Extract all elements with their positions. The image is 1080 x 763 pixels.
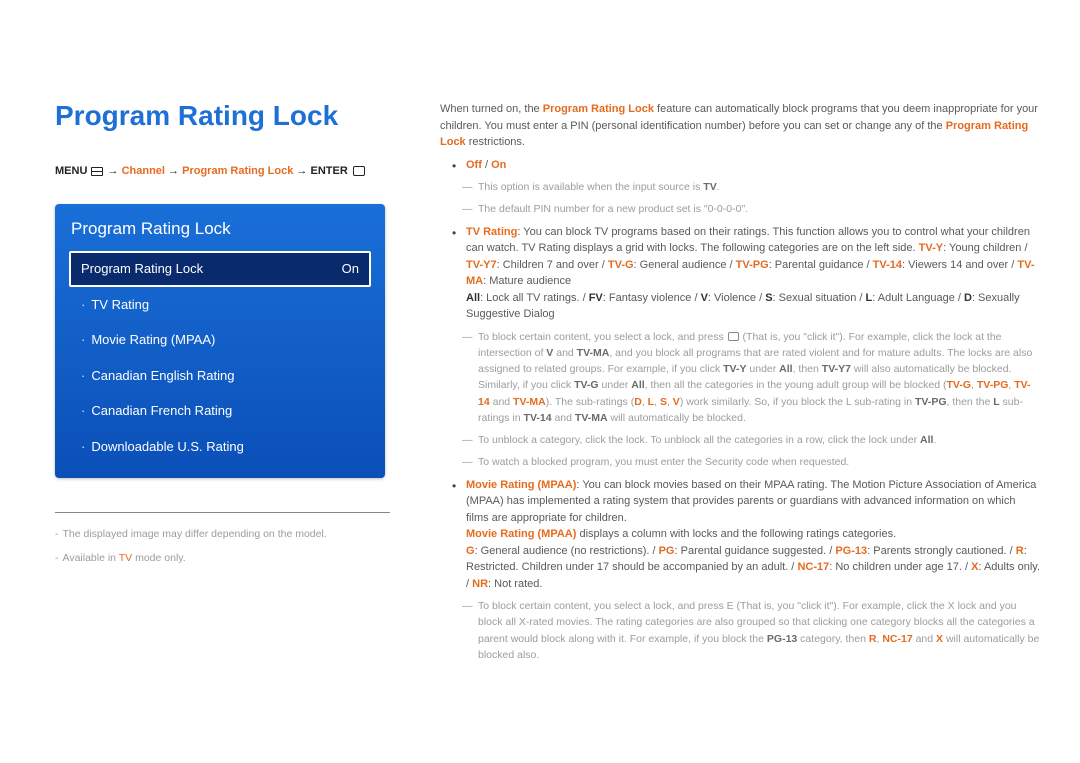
enter-icon [728, 332, 739, 341]
menu-item[interactable]: ·Downloadable U.S. Rating [69, 429, 371, 465]
menu-item-value: On [342, 259, 359, 279]
sub-note: To watch a blocked program, you must ent… [440, 454, 1040, 470]
menu-item-label: Movie Rating (MPAA) [91, 332, 215, 347]
bullet-list: Movie Rating (MPAA): You can block movie… [440, 477, 1040, 593]
footnote-tv: TV [119, 552, 132, 564]
right-column: When turned on, the Program Rating Lock … [440, 95, 1040, 669]
divider [55, 512, 390, 513]
footnote: -Available in TV mode only. [55, 551, 400, 567]
breadcrumb: MENU → Channel → Program Rating Lock → E… [55, 163, 400, 180]
footnote-text: mode only. [132, 552, 186, 564]
menu-icon [91, 167, 103, 176]
menu-item[interactable]: ·Canadian French Rating [69, 393, 371, 429]
bullet-list: Off / On [440, 157, 1040, 174]
arrow-icon: → [168, 165, 182, 177]
page-title: Program Rating Lock [55, 95, 400, 137]
enter-label: ENTER [310, 165, 347, 177]
menu-label: MENU [55, 165, 87, 177]
page: Program Rating Lock MENU → Channel → Pro… [0, 0, 1080, 699]
menu-item-label: Program Rating Lock [81, 259, 203, 279]
arrow-icon: → [296, 165, 310, 177]
menu-item-label: Canadian English Rating [91, 368, 234, 383]
menu-item-label: TV Rating [91, 297, 149, 312]
bullet-offon: Off / On [440, 157, 1040, 174]
bullet-movie-rating: Movie Rating (MPAA): You can block movie… [440, 477, 1040, 593]
breadcrumb-channel: Channel [122, 165, 165, 177]
intro-paragraph: When turned on, the Program Rating Lock … [440, 101, 1040, 151]
tv-menu-panel: Program Rating Lock Program Rating Lock … [55, 204, 385, 479]
footnote: -The displayed image may differ dependin… [55, 527, 400, 543]
sub-note: This option is available when the input … [440, 179, 1040, 195]
menu-item-label: Canadian French Rating [91, 403, 232, 418]
menu-item[interactable]: ·Canadian English Rating [69, 358, 371, 394]
sub-note: To block certain content, you select a l… [440, 598, 1040, 663]
footnote-text: Available in [63, 552, 119, 564]
breadcrumb-prl: Program Rating Lock [182, 165, 293, 177]
bullet-tv-rating: TV Rating: You can block TV programs bas… [440, 224, 1040, 323]
menu-item[interactable]: ·TV Rating [69, 287, 371, 323]
footnote-text: The displayed image may differ depending… [63, 528, 327, 540]
arrow-icon: → [108, 165, 122, 177]
sub-note: To block certain content, you select a l… [440, 329, 1040, 427]
sub-note: To unblock a category, click the lock. T… [440, 432, 1040, 448]
panel-title: Program Rating Lock [69, 216, 371, 242]
menu-item-label: Downloadable U.S. Rating [91, 439, 243, 454]
menu-item-selected[interactable]: Program Rating Lock On [69, 251, 371, 287]
left-column: Program Rating Lock MENU → Channel → Pro… [55, 95, 400, 669]
bullet-list: TV Rating: You can block TV programs bas… [440, 224, 1040, 323]
menu-item[interactable]: ·Movie Rating (MPAA) [69, 322, 371, 358]
sub-note: The default PIN number for a new product… [440, 201, 1040, 217]
enter-icon [353, 166, 365, 176]
